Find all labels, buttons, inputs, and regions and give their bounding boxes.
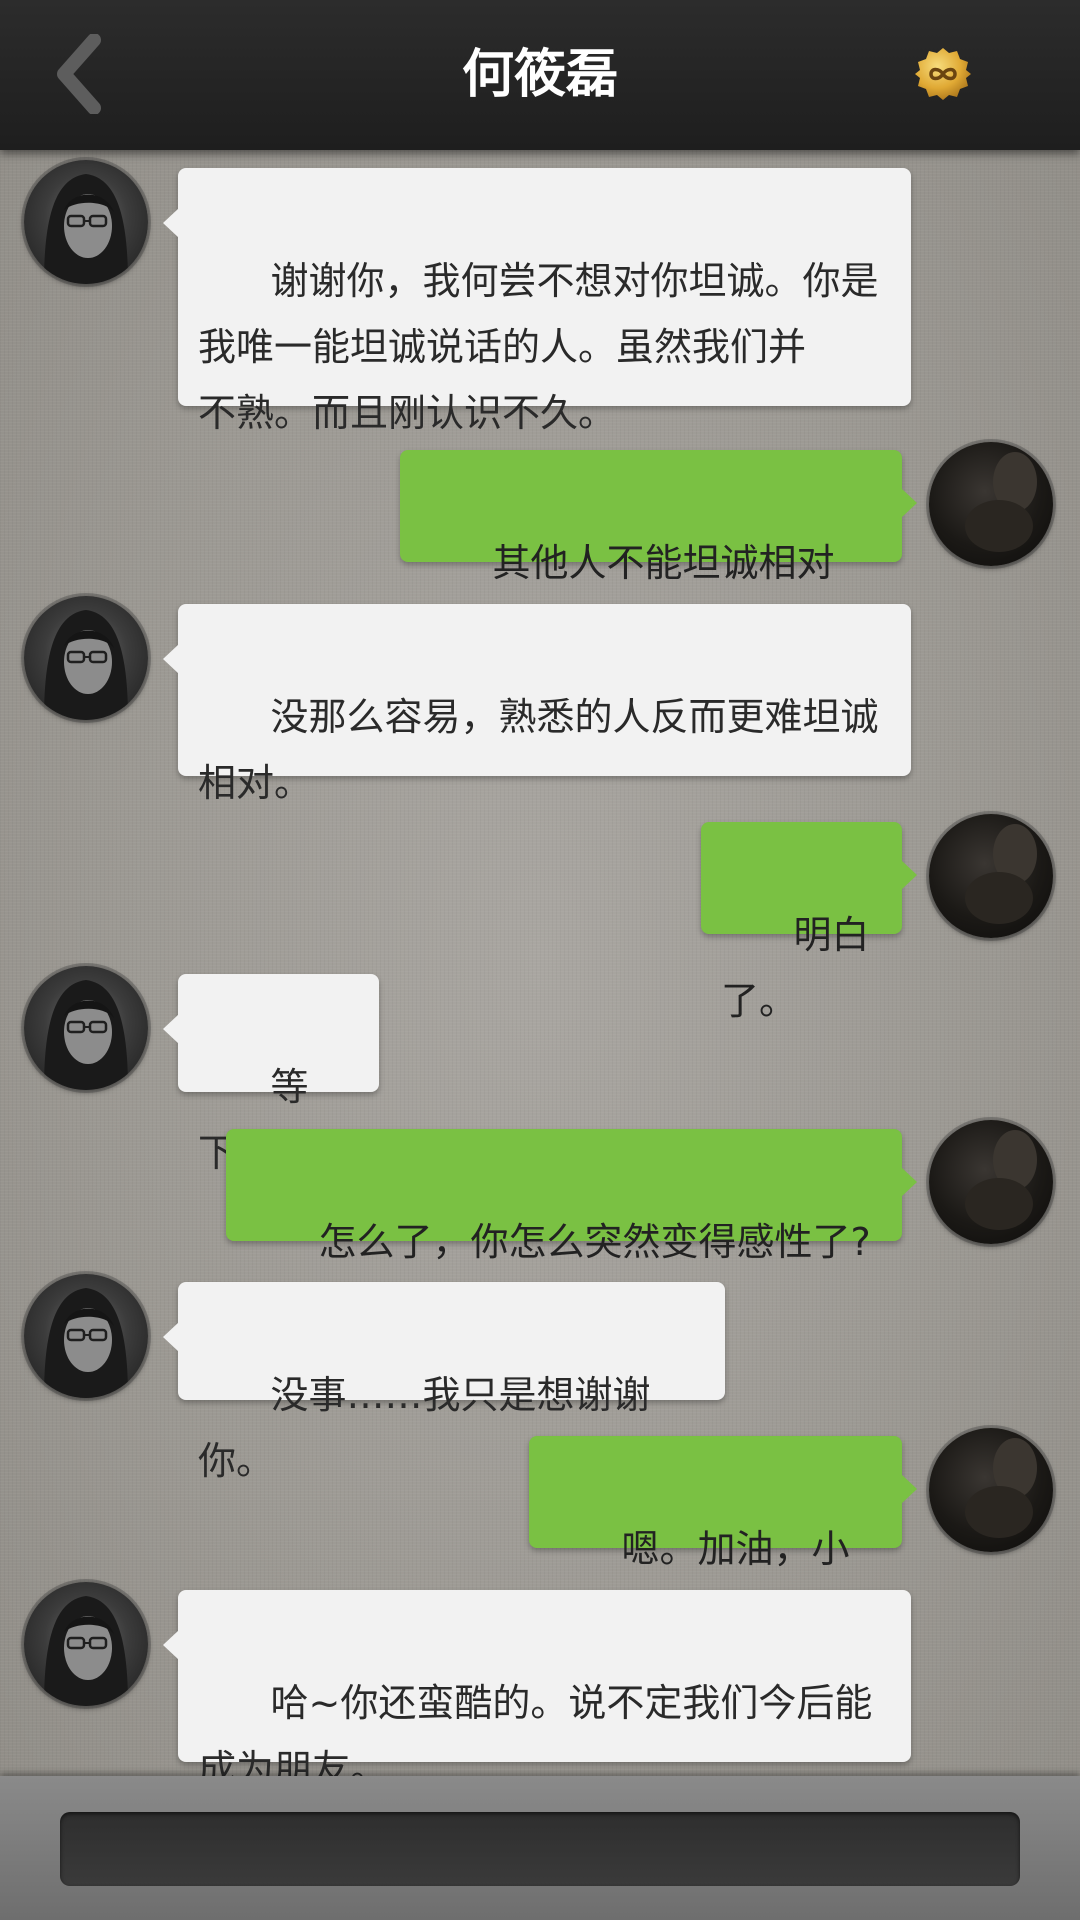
message-bubble[interactable]: 其他人不能坦诚相对吗?	[400, 450, 917, 651]
contact-avatar[interactable]	[24, 966, 148, 1090]
message-bubble[interactable]: 谢谢你，我何尝不想对你坦诚。你是 我唯一能坦诚说话的人。虽然我们并 不熟。而且刚…	[163, 168, 911, 435]
message-text: 哈~你还蛮酷的。说不定我们今后能 成为朋友。	[198, 1681, 873, 1791]
contact-avatar-image	[44, 980, 128, 1090]
message-text: 明白了。	[721, 913, 870, 1023]
message-bubble[interactable]: 没那么容易，熟悉的人反而更难坦诚 相对。	[163, 604, 911, 805]
message-bubble[interactable]: 明白了。	[701, 822, 917, 1023]
message-text: 怎么了，你怎么突然变得感性了?	[318, 1220, 871, 1264]
message-text: 谢谢你，我何尝不想对你坦诚。你是 我唯一能坦诚说话的人。虽然我们并 不熟。而且刚…	[198, 259, 879, 435]
message-bubble[interactable]: 等下……	[163, 974, 379, 1175]
contact-avatar[interactable]	[24, 160, 148, 284]
user-avatar-image	[965, 824, 1037, 924]
message-text: 没那么容易，熟悉的人反而更难坦诚 相对。	[198, 695, 879, 805]
contact-avatar-image	[44, 1288, 128, 1398]
user-avatar-image	[965, 452, 1037, 552]
message-bubble[interactable]: 怎么了，你怎么突然变得感性了?	[226, 1129, 917, 1264]
user-avatar[interactable]	[929, 814, 1053, 938]
bottom-bar	[0, 1776, 1080, 1920]
user-avatar[interactable]	[929, 442, 1053, 566]
message-bubble[interactable]: 嗯。加油，小何。	[529, 1436, 917, 1637]
message-bubble[interactable]: 哈~你还蛮酷的。说不定我们今后能 成为朋友。	[163, 1590, 911, 1791]
user-avatar-image	[965, 1438, 1037, 1538]
contact-avatar[interactable]	[24, 1582, 148, 1706]
user-avatar[interactable]	[929, 1428, 1053, 1552]
contact-avatar-image	[44, 1596, 128, 1706]
message-input[interactable]	[60, 1812, 1020, 1886]
contact-avatar[interactable]	[24, 596, 148, 720]
infinity-coin-button[interactable]	[915, 46, 971, 102]
user-avatar[interactable]	[929, 1120, 1053, 1244]
contact-avatar-image	[44, 610, 128, 720]
infinity-coin-icon	[915, 48, 971, 100]
top-bar: 何筱磊	[0, 0, 1080, 150]
contact-avatar[interactable]	[24, 1274, 148, 1398]
message-bubble[interactable]: 没事……我只是想谢谢你。	[163, 1282, 725, 1483]
user-avatar-image	[965, 1130, 1037, 1230]
contact-avatar-image	[44, 174, 128, 284]
